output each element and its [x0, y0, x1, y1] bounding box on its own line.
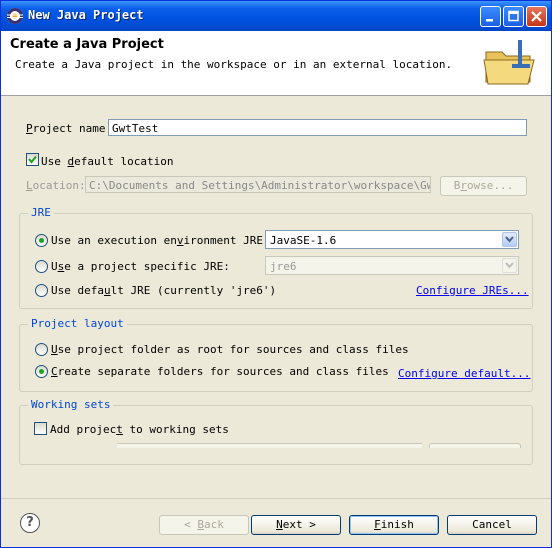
use-default-location-label[interactable]: Use default location — [41, 155, 173, 168]
close-button[interactable] — [526, 6, 547, 27]
add-to-working-sets-checkbox[interactable] — [34, 422, 47, 435]
window-title: New Java Project — [28, 8, 144, 22]
project-name-label: Project name: — [26, 122, 113, 135]
execution-environment-label[interactable]: Use an execution environment JRE: — [51, 234, 270, 247]
separate-folders-radio[interactable] — [35, 365, 48, 378]
default-jre-label[interactable]: Use default JRE (currently 'jre6') — [51, 284, 276, 297]
project-folder-root-radio[interactable] — [35, 343, 48, 356]
execution-environment-radio[interactable] — [35, 234, 48, 247]
project-specific-jre-value: jre6 — [270, 260, 297, 273]
execution-environment-value: JavaSE-1.6 — [270, 234, 337, 247]
finish-button[interactable]: Finish — [349, 515, 439, 535]
project-specific-jre-select[interactable]: jre6 — [265, 256, 519, 275]
configure-jres-link[interactable]: Configure JREs... — [416, 284, 529, 297]
wizard-header: Create a Java Project Create a Java proj… — [1, 31, 551, 96]
folder-icon — [483, 40, 535, 85]
chevron-down-icon — [502, 258, 517, 273]
jre-group-label: JRE — [28, 206, 54, 219]
close-icon — [531, 11, 542, 22]
default-jre-radio[interactable] — [35, 284, 48, 297]
project-layout-group-label: Project layout — [28, 317, 127, 330]
back-button[interactable]: < Back — [159, 515, 249, 535]
maximize-icon — [508, 10, 519, 22]
project-layout-group: Project layout — [19, 317, 533, 392]
eclipse-icon — [7, 8, 23, 24]
title-bar[interactable]: New Java Project — [1, 1, 551, 31]
header-description: Create a Java project in the workspace o… — [15, 58, 453, 71]
maximize-button[interactable] — [503, 6, 524, 27]
checkmark-icon — [28, 155, 37, 164]
use-default-location-checkbox[interactable] — [26, 153, 39, 166]
cancel-button[interactable]: Cancel — [447, 515, 537, 535]
project-name-input[interactable]: GwtTest — [108, 119, 527, 136]
header-title: Create a Java Project — [10, 37, 164, 52]
location-label: Location: — [26, 179, 86, 192]
minimize-button[interactable] — [480, 6, 501, 27]
chevron-down-icon — [502, 232, 517, 247]
location-input[interactable]: C:\Documents and Settings\Administrator\… — [85, 176, 431, 193]
help-icon[interactable]: ? — [20, 513, 40, 533]
working-sets-select[interactable] — [117, 443, 422, 448]
dialog-window: New Java Project Create a Java Project C… — [0, 0, 552, 548]
minimize-icon — [486, 19, 493, 22]
working-sets-group-label: Working sets — [28, 398, 114, 411]
project-folder-root-label[interactable]: Use project folder as root for sources a… — [51, 343, 409, 356]
next-button[interactable]: Next > — [251, 515, 341, 535]
configure-default-link[interactable]: Configure default... — [398, 367, 530, 380]
project-specific-jre-radio[interactable] — [35, 260, 48, 273]
project-specific-jre-label[interactable]: Use a project specific JRE: — [51, 260, 230, 273]
add-to-working-sets-label[interactable]: Add project to working sets — [50, 423, 229, 436]
execution-environment-select[interactable]: JavaSE-1.6 — [265, 230, 519, 249]
browse-button[interactable]: Browse... — [440, 176, 527, 196]
separate-folders-label[interactable]: Create separate folders for sources and … — [51, 365, 389, 378]
select-working-sets-button[interactable] — [429, 443, 521, 448]
footer-separator — [1, 498, 551, 499]
